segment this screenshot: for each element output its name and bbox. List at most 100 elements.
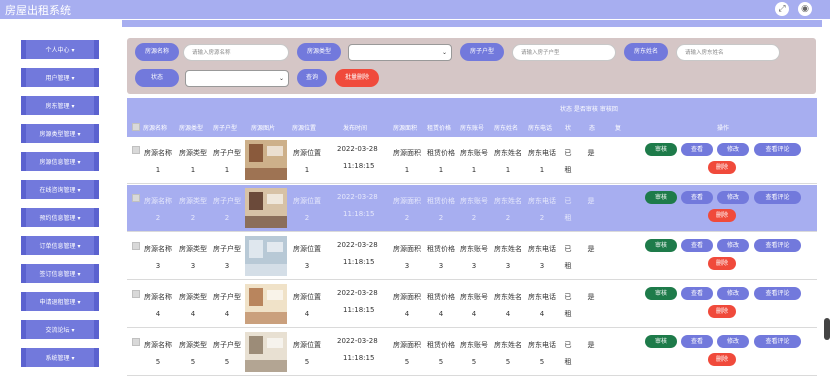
sidebar-item-profile[interactable]: 个人中心 ▾ [21,40,99,59]
table-row[interactable]: 房源名称4 房源类型4 房子户型4 房源位置4 房源面积4 租赁价格4 房东账号4 房东姓名4… [127,281,817,328]
cell-area: 房源面积2 [393,197,421,222]
sidebar-item-users[interactable]: 用户管理 ▾ [21,68,99,87]
cell-account: 房东账号3 [460,245,488,270]
view-button[interactable]: 查看 [681,143,713,156]
sidebar-item-landlords[interactable]: 房东管理 ▾ [21,96,99,115]
cell-owner: 房东姓名1 [494,149,522,174]
type-select[interactable]: ⌄ [348,44,452,61]
view-comments-button[interactable]: 查看评论 [754,143,801,156]
house-image[interactable] [245,236,287,276]
sidebar-item-forum[interactable]: 交流论坛 ▾ [21,320,99,339]
header-status-1: 状 [565,125,572,132]
cell-phone: 房东电话5 [528,341,556,366]
sidebar-item-contracts[interactable]: 签订信息管理 ▾ [21,264,99,283]
cell-date: 2022-03-28 [337,145,378,153]
cell-time: 11:18:15 [343,354,375,362]
table-row[interactable]: 房源名称2 房源类型2 房子户型2 房源位置2 房源面积2 租赁价格2 房东账号2 房东姓名2… [127,185,817,232]
query-button[interactable]: 查询 [297,69,327,87]
row-checkbox[interactable] [132,242,140,250]
audit-button[interactable]: 审核 [645,287,677,300]
chevron-down-icon: ⌄ [278,75,284,82]
name-label: 房源名称 [135,43,179,61]
cell-area: 房源面积4 [393,293,421,318]
cell-time: 11:18:15 [343,258,375,266]
delete-button[interactable]: 删除 [708,305,736,318]
house-image[interactable] [245,140,287,180]
view-button[interactable]: 查看 [681,239,713,252]
sidebar-item-house-types[interactable]: 房源类型管理 ▾ [21,124,99,143]
row-checkbox[interactable] [132,338,140,346]
cell-location: 房源位置4 [293,293,321,318]
delete-button[interactable]: 删除 [708,257,736,270]
house-image[interactable] [245,284,287,324]
name-search-input[interactable]: 请输入房源名称 [183,44,289,61]
cell-price: 租赁价格1 [427,149,455,174]
page-scrollbar[interactable] [824,318,830,340]
view-comments-button[interactable]: 查看评论 [754,191,801,204]
sidebar-item-label: 预约信息管理 ▾ [39,215,81,222]
batch-delete-button[interactable]: 批量删除 [335,69,379,87]
sidebar-item-refunds[interactable]: 申请退租管理 ▾ [21,292,99,311]
chevron-down-icon: ⌄ [441,49,447,56]
sidebar-item-orders[interactable]: 订单信息管理 ▾ [21,236,99,255]
sidebar-item-label: 房源信息管理 ▾ [39,159,81,166]
row-checkbox[interactable] [132,146,140,154]
table-row[interactable]: 房源名称5 房源类型5 房子户型5 房源位置5 房源面积5 租赁价格5 房东账号5 房东姓名5… [127,329,817,376]
owner-label: 房东姓名 [624,43,668,61]
layout-label: 房子户型 [460,43,504,61]
header-price: 租赁价格 [427,125,452,132]
cell-price: 租赁价格4 [427,293,455,318]
cell-audit: 是 [587,245,595,253]
delete-button[interactable]: 删除 [708,209,736,222]
view-comments-button[interactable]: 查看评论 [754,287,801,300]
cell-name: 房源名称4 [144,293,172,318]
sidebar-item-label: 房东管理 ▾ [45,103,75,110]
select-all-checkbox[interactable] [132,123,140,131]
header-phone: 房东电话 [528,125,553,132]
user-icon[interactable]: ◉ [798,2,812,16]
sidebar-item-label: 订单信息管理 ▾ [39,243,81,250]
cell-date: 2022-03-28 [337,241,378,249]
view-comments-button[interactable]: 查看评论 [754,335,801,348]
layout-search-input[interactable]: 请输入房子户型 [512,44,616,61]
header-name: 房源名称 [143,125,168,132]
sidebar-item-appointments[interactable]: 预约信息管理 ▾ [21,208,99,227]
sidebar-item-house-info[interactable]: 房源信息管理 ▾ [21,152,99,171]
house-image[interactable] [245,188,287,228]
edit-button[interactable]: 修改 [717,191,749,204]
owner-search-input[interactable]: 请输入房东姓名 [676,44,780,61]
table-row[interactable]: 房源名称1 房源类型1 房子户型1 房源位置1 房源面积1 租赁价格1 房东账号1 房东姓名1… [127,137,817,184]
edit-button[interactable]: 修改 [717,287,749,300]
view-button[interactable]: 查看 [681,191,713,204]
sidebar-item-consult[interactable]: 在线咨询管理 ▾ [21,180,99,199]
table-row[interactable]: 房源名称3 房源类型3 房子户型3 房源位置3 房源面积3 租赁价格3 房东账号3 房东姓名3… [127,233,817,280]
edit-button[interactable]: 修改 [717,143,749,156]
edit-button[interactable]: 修改 [717,239,749,252]
sidebar-item-label: 交流论坛 ▾ [45,327,75,334]
edit-button[interactable]: 修改 [717,335,749,348]
audit-button[interactable]: 审核 [645,335,677,348]
audit-button[interactable]: 审核 [645,143,677,156]
cell-name: 房源名称3 [144,245,172,270]
cell-layout: 房子户型1 [213,149,241,174]
expand-icon[interactable]: ⤢ [775,2,789,16]
cell-status: 已租 [564,293,572,318]
cell-account: 房东账号2 [460,197,488,222]
row-checkbox[interactable] [132,194,140,202]
audit-button[interactable]: 审核 [645,191,677,204]
view-button[interactable]: 查看 [681,335,713,348]
view-comments-button[interactable]: 查看评论 [754,239,801,252]
cell-layout: 房子户型3 [213,245,241,270]
cell-account: 房东账号5 [460,341,488,366]
view-button[interactable]: 查看 [681,287,713,300]
house-image[interactable] [245,332,287,372]
sidebar-item-system[interactable]: 系统管理 ▾ [21,348,99,367]
delete-button[interactable]: 删除 [708,353,736,366]
cell-audit: 是 [587,293,595,301]
cell-price: 租赁价格3 [427,245,455,270]
status-select[interactable]: ⌄ [185,70,289,87]
cell-audit: 是 [587,149,595,157]
audit-button[interactable]: 审核 [645,239,677,252]
delete-button[interactable]: 删除 [708,161,736,174]
row-checkbox[interactable] [132,290,140,298]
